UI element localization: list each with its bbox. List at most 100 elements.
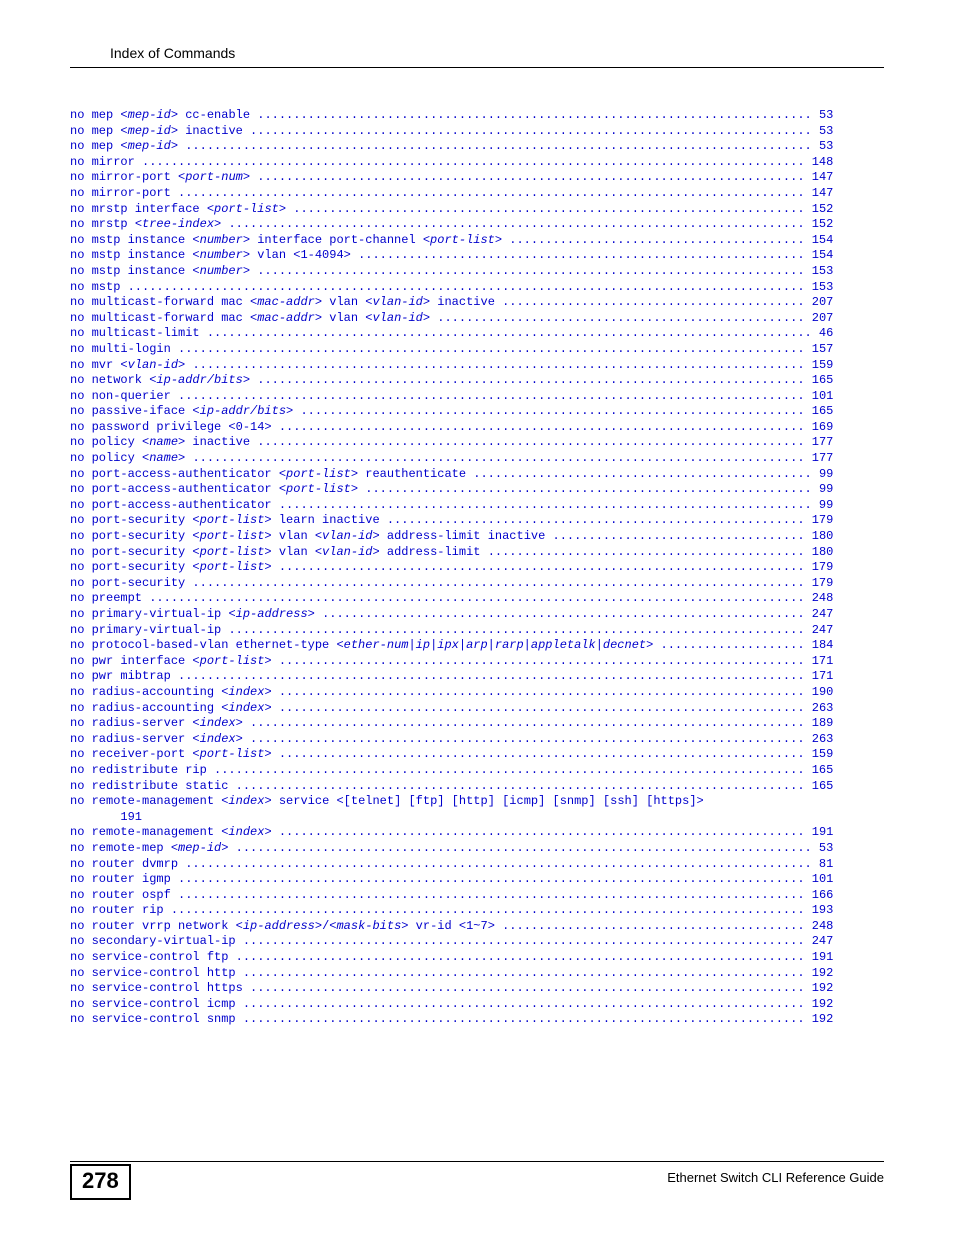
index-entry: no router rip ..........................…	[70, 903, 884, 919]
index-entry: no passive-iface <ip-addr/bits> ........…	[70, 404, 884, 420]
page-ref: 190	[805, 685, 834, 699]
page-ref: 165	[805, 779, 834, 793]
index-entry: no mrstp <tree-index> ..................…	[70, 217, 884, 233]
page-ref: 99	[812, 498, 834, 512]
index-entry: no protocol-based-vlan ethernet-type <et…	[70, 638, 884, 654]
page-ref: 53	[812, 841, 834, 855]
index-entry: no policy <name> inactive ..............…	[70, 435, 884, 451]
index-entry: no mirror ..............................…	[70, 155, 884, 171]
page-ref: 263	[805, 732, 834, 746]
index-entry: no radius-server <index> ...............…	[70, 716, 884, 732]
page-ref: 179	[805, 513, 834, 527]
page-ref: 81	[812, 857, 834, 871]
index-entry: no mstp ................................…	[70, 280, 884, 296]
index-entry: no port-security <port-list> ...........…	[70, 560, 884, 576]
page-ref: 152	[805, 202, 834, 216]
index-entry: no policy <name> .......................…	[70, 451, 884, 467]
page-ref: 248	[805, 919, 834, 933]
page-ref: 165	[805, 373, 834, 387]
page-ref: 189	[805, 716, 834, 730]
page-ref: 101	[805, 389, 834, 403]
index-list: no mep <mep-id> cc-enable ..............…	[70, 108, 884, 1028]
page-ref: 153	[805, 280, 834, 294]
index-entry: no remote-mep <mep-id> .................…	[70, 841, 884, 857]
index-entry: no mirror-port .........................…	[70, 186, 884, 202]
page-ref: 192	[805, 997, 834, 1011]
page-ref: 247	[805, 934, 834, 948]
page-ref: 169	[805, 420, 834, 434]
page-ref: 192	[805, 1012, 834, 1026]
footer-text: Ethernet Switch CLI Reference Guide	[667, 1164, 884, 1185]
page-ref: 154	[805, 233, 834, 247]
page-ref: 248	[805, 591, 834, 605]
page-ref: 171	[805, 654, 834, 668]
page-ref: 247	[805, 607, 834, 621]
index-entry: no non-querier .........................…	[70, 389, 884, 405]
index-entry: no multicast-forward mac <mac-addr> vlan…	[70, 311, 884, 327]
index-entry: no service-control http ................…	[70, 966, 884, 982]
index-entry: no multi-login .........................…	[70, 342, 884, 358]
page-number: 278	[70, 1164, 131, 1200]
page-ref: 179	[805, 576, 834, 590]
index-entry: no router vrrp network <ip-address>/<mas…	[70, 919, 884, 935]
index-entry-continuation: 191	[70, 810, 884, 826]
index-entry: no service-control ftp .................…	[70, 950, 884, 966]
index-entry: no mvr <vlan-id> .......................…	[70, 358, 884, 374]
page-ref: 193	[805, 903, 834, 917]
page-ref: 192	[805, 981, 834, 995]
index-entry: no redistribute rip ....................…	[70, 763, 884, 779]
index-entry: no preempt .............................…	[70, 591, 884, 607]
index-entry: no router ospf .........................…	[70, 888, 884, 904]
index-entry: no port-security <port-list> vlan <vlan-…	[70, 529, 884, 545]
index-entry: no port-access-authenticator <port-list>…	[70, 467, 884, 483]
page-ref: 184	[805, 638, 834, 652]
index-entry: no multicast-forward mac <mac-addr> vlan…	[70, 295, 884, 311]
page-ref: 99	[812, 467, 834, 481]
page-ref: 207	[805, 311, 834, 325]
index-entry: no mep <mep-id> ........................…	[70, 139, 884, 155]
index-entry: no router igmp .........................…	[70, 872, 884, 888]
page-ref: 147	[805, 186, 834, 200]
page-ref: 159	[805, 358, 834, 372]
index-entry: no receiver-port <port-list> ...........…	[70, 747, 884, 763]
index-entry: no mstp instance <number> vlan <1-4094> …	[70, 248, 884, 264]
index-entry: no mirror-port <port-num> ..............…	[70, 170, 884, 186]
index-entry: no mrstp interface <port-list> .........…	[70, 202, 884, 218]
page-ref: 171	[805, 669, 834, 683]
index-entry: no mstp instance <number> interface port…	[70, 233, 884, 249]
index-entry: no redistribute static .................…	[70, 779, 884, 795]
index-entry: no remote-management <index> service <[t…	[70, 794, 884, 810]
page-footer: 278 Ethernet Switch CLI Reference Guide	[70, 1161, 884, 1200]
page-ref: 179	[805, 560, 834, 574]
index-entry: no radius-accounting <index> ...........…	[70, 685, 884, 701]
page-ref: 154	[805, 248, 834, 262]
index-entry: no network <ip-addr/bits> ..............…	[70, 373, 884, 389]
header-divider	[70, 67, 884, 68]
index-entry: no pwr mibtrap .........................…	[70, 669, 884, 685]
index-entry: no multicast-limit .....................…	[70, 326, 884, 342]
page-ref: 192	[805, 966, 834, 980]
page-ref: 165	[805, 404, 834, 418]
index-entry: no primary-virtual-ip ..................…	[70, 623, 884, 639]
index-entry: no port-security .......................…	[70, 576, 884, 592]
index-entry: no mep <mep-id> cc-enable ..............…	[70, 108, 884, 124]
index-entry: no port-access-authenticator <port-list>…	[70, 482, 884, 498]
index-entry: no secondary-virtual-ip ................…	[70, 934, 884, 950]
page-ref: 53	[812, 108, 834, 122]
page-ref: 177	[805, 435, 834, 449]
index-entry: no port-access-authenticator ...........…	[70, 498, 884, 514]
index-entry: no service-control https ...............…	[70, 981, 884, 997]
index-entry: no port-security <port-list> learn inact…	[70, 513, 884, 529]
index-entry: no remote-management <index> ...........…	[70, 825, 884, 841]
page-ref: 180	[805, 545, 834, 559]
footer-divider	[70, 1161, 884, 1162]
page-ref: 180	[805, 529, 834, 543]
page-ref: 165	[805, 763, 834, 777]
page-ref: 148	[805, 155, 834, 169]
page-header: Index of Commands	[70, 45, 884, 68]
page-ref: 177	[805, 451, 834, 465]
index-entry: no port-security <port-list> vlan <vlan-…	[70, 545, 884, 561]
index-entry: no service-control icmp ................…	[70, 997, 884, 1013]
page-ref: 207	[805, 295, 834, 309]
page-ref: 263	[805, 701, 834, 715]
